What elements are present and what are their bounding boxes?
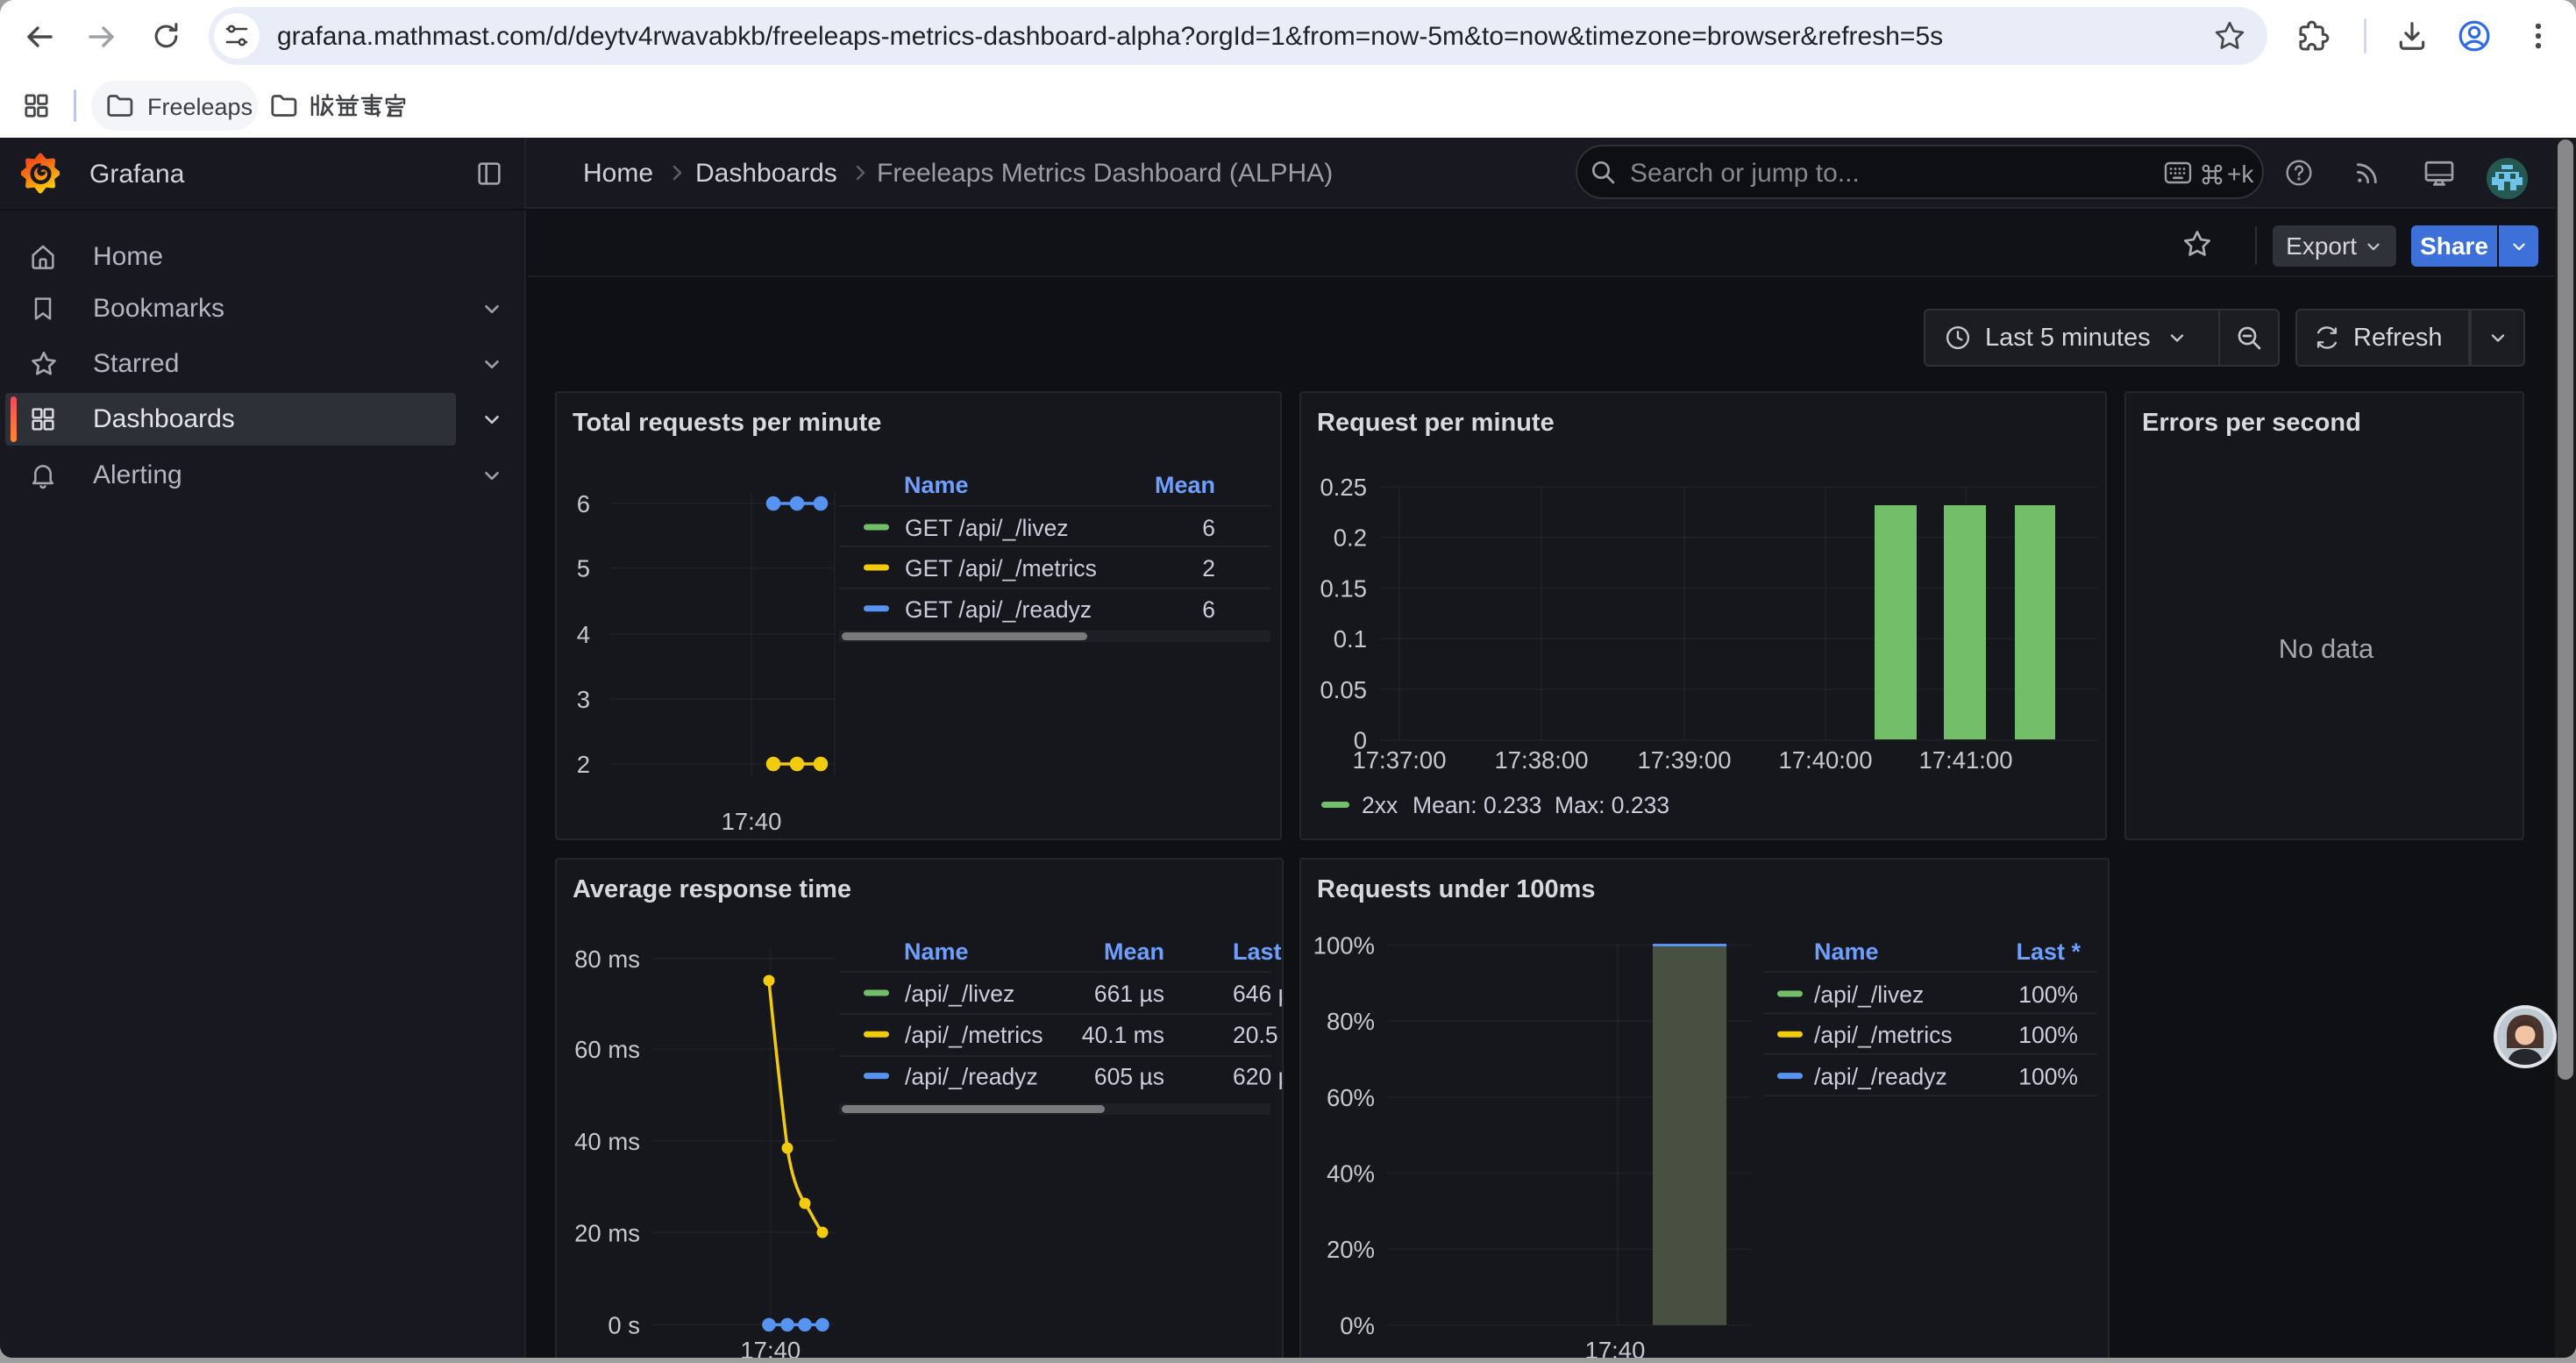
svg-text:40%: 40% [1327,1160,1375,1188]
svg-text:GET /api/_/livez: GET /api/_/livez [905,515,1069,541]
svg-text:/api/_/metrics: /api/_/metrics [1814,1022,1953,1048]
svg-text:Mean: Mean [1104,938,1164,965]
svg-text:20%: 20% [1327,1236,1375,1263]
svg-text:0.15: 0.15 [1320,574,1367,602]
svg-text:/api/_/readyz: /api/_/readyz [1814,1064,1947,1090]
svg-text:17:37:00: 17:37:00 [1352,746,1446,774]
svg-text:2: 2 [577,751,590,778]
svg-text:Mean: 0.233: Mean: 0.233 [1413,792,1541,818]
svg-text:6: 6 [1202,596,1215,623]
svg-text:20 ms: 20 ms [574,1219,640,1246]
svg-text:GET /api/_/metrics: GET /api/_/metrics [905,555,1097,582]
svg-text:2xx: 2xx [1362,792,1398,818]
svg-text:/api/_/livez: /api/_/livez [1814,981,1924,1008]
svg-text:40 ms: 40 ms [574,1128,640,1155]
svg-text:100%: 100% [2018,1022,2078,1048]
svg-text:100%: 100% [2018,981,2078,1008]
svg-text:40.1 ms: 40.1 ms [1082,1022,1164,1048]
svg-text:17:38:00: 17:38:00 [1494,746,1588,774]
svg-text:6: 6 [1202,515,1215,541]
svg-text:0 s: 0 s [608,1311,640,1338]
svg-text:2: 2 [1202,555,1215,582]
svg-text:605 µs: 605 µs [1094,1064,1164,1090]
svg-text:661 µs: 661 µs [1094,981,1164,1007]
svg-text:Max: 0.233: Max: 0.233 [1555,792,1669,818]
svg-text:17:40: 17:40 [740,1337,801,1358]
svg-text:Name: Name [1814,938,1879,965]
svg-text:60 ms: 60 ms [574,1036,640,1063]
svg-text:Name: Name [904,938,969,965]
svg-text:4: 4 [577,621,590,648]
svg-text:620 µs: 620 µs [1233,1064,1282,1090]
svg-text:60%: 60% [1327,1084,1375,1111]
svg-text:/api/_/metrics: /api/_/metrics [905,1022,1043,1048]
svg-text:80 ms: 80 ms [574,946,640,973]
svg-text:0%: 0% [1340,1312,1375,1339]
svg-text:17:40: 17:40 [722,808,782,835]
svg-text:17:41:00: 17:41:00 [1918,746,2012,774]
svg-text:17:39:00: 17:39:00 [1637,746,1731,774]
svg-text:5: 5 [577,555,590,582]
svg-text:GET /api/_/readyz: GET /api/_/readyz [905,596,1092,623]
svg-text:Mean: Mean [1155,472,1215,498]
svg-text:/api/_/readyz: /api/_/readyz [905,1064,1038,1090]
svg-text:17:40:00: 17:40:00 [1778,746,1872,774]
svg-text:100%: 100% [1313,932,1375,960]
svg-text:80%: 80% [1327,1008,1375,1035]
svg-text:0.05: 0.05 [1320,676,1367,703]
svg-text:Last *: Last * [2016,938,2081,965]
svg-text:Name: Name [904,472,969,498]
svg-text:Last *: Last * [1233,938,1282,965]
svg-text:0.1: 0.1 [1334,625,1367,653]
svg-text:0.25: 0.25 [1320,474,1367,501]
svg-text:6: 6 [577,490,590,517]
svg-text:100%: 100% [2018,1064,2078,1090]
svg-text:/api/_/livez: /api/_/livez [905,981,1014,1007]
svg-text:646 µs: 646 µs [1233,981,1282,1007]
svg-text:0.2: 0.2 [1334,525,1367,552]
svg-text:20.5 ms: 20.5 ms [1233,1022,1282,1048]
svg-text:3: 3 [577,686,590,713]
svg-text:17:40: 17:40 [1585,1337,1646,1358]
